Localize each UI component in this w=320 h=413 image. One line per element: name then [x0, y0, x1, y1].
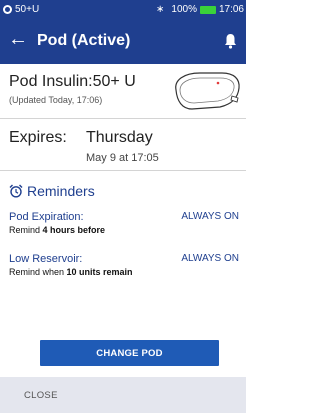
status-pod-units: 50+U [15, 4, 40, 15]
pod-device-image [175, 72, 240, 110]
reminder-pod-expiration: Pod Expiration: ALWAYS ON Remind 4 hours… [9, 211, 239, 235]
status-left: 50+U [3, 4, 39, 15]
alarm-clock-icon [9, 184, 23, 198]
reminder-desc-prefix: Remind when [9, 267, 67, 277]
status-right: ∗ 100% 17:06 [156, 4, 244, 15]
reminder-status: ALWAYS ON [181, 211, 239, 222]
battery-percent: 100% [171, 4, 197, 15]
page-title: Pod (Active) [37, 32, 131, 49]
battery-icon [199, 5, 216, 14]
pod-status-icon [3, 5, 12, 14]
reminder-description: Remind when 10 units remain [9, 267, 239, 277]
reminder-status: ALWAYS ON [181, 253, 239, 264]
change-pod-button[interactable]: CHANGE POD [40, 340, 219, 366]
expires-section: Expires: Thursday May 9 at 17:05 [0, 119, 246, 171]
reminders-header: Reminders [9, 183, 95, 199]
expires-label: Expires: [9, 129, 67, 146]
pod-insulin-value: Pod Insulin:50+ U [9, 73, 136, 90]
bluetooth-icon: ∗ [156, 4, 165, 15]
reminder-desc-prefix: Remind [9, 225, 43, 235]
back-arrow-icon[interactable]: ← [8, 29, 28, 49]
footer-bar: CLOSE [0, 377, 246, 413]
close-button[interactable]: CLOSE [24, 390, 58, 401]
reminder-description: Remind 4 hours before [9, 225, 239, 235]
expires-day: Thursday [86, 129, 153, 146]
status-bar: 50+U ∗ 100% 17:06 [0, 0, 246, 20]
reminders-title: Reminders [27, 183, 95, 199]
pod-updated-time: (Updated Today, 17:06) [9, 95, 103, 105]
expires-date: May 9 at 17:05 [86, 152, 159, 164]
reminder-desc-bold: 4 hours before [42, 225, 106, 235]
pod-insulin-section: Pod Insulin:50+ U (Updated Today, 17:06) [0, 64, 246, 119]
bell-icon[interactable] [224, 33, 237, 49]
reminder-desc-bold: 10 units remain [66, 267, 133, 277]
status-time: 17:06 [218, 4, 244, 15]
reminder-low-reservoir: Low Reservoir: ALWAYS ON Remind when 10 … [9, 253, 239, 277]
app-bar: ← Pod (Active) [0, 20, 246, 64]
